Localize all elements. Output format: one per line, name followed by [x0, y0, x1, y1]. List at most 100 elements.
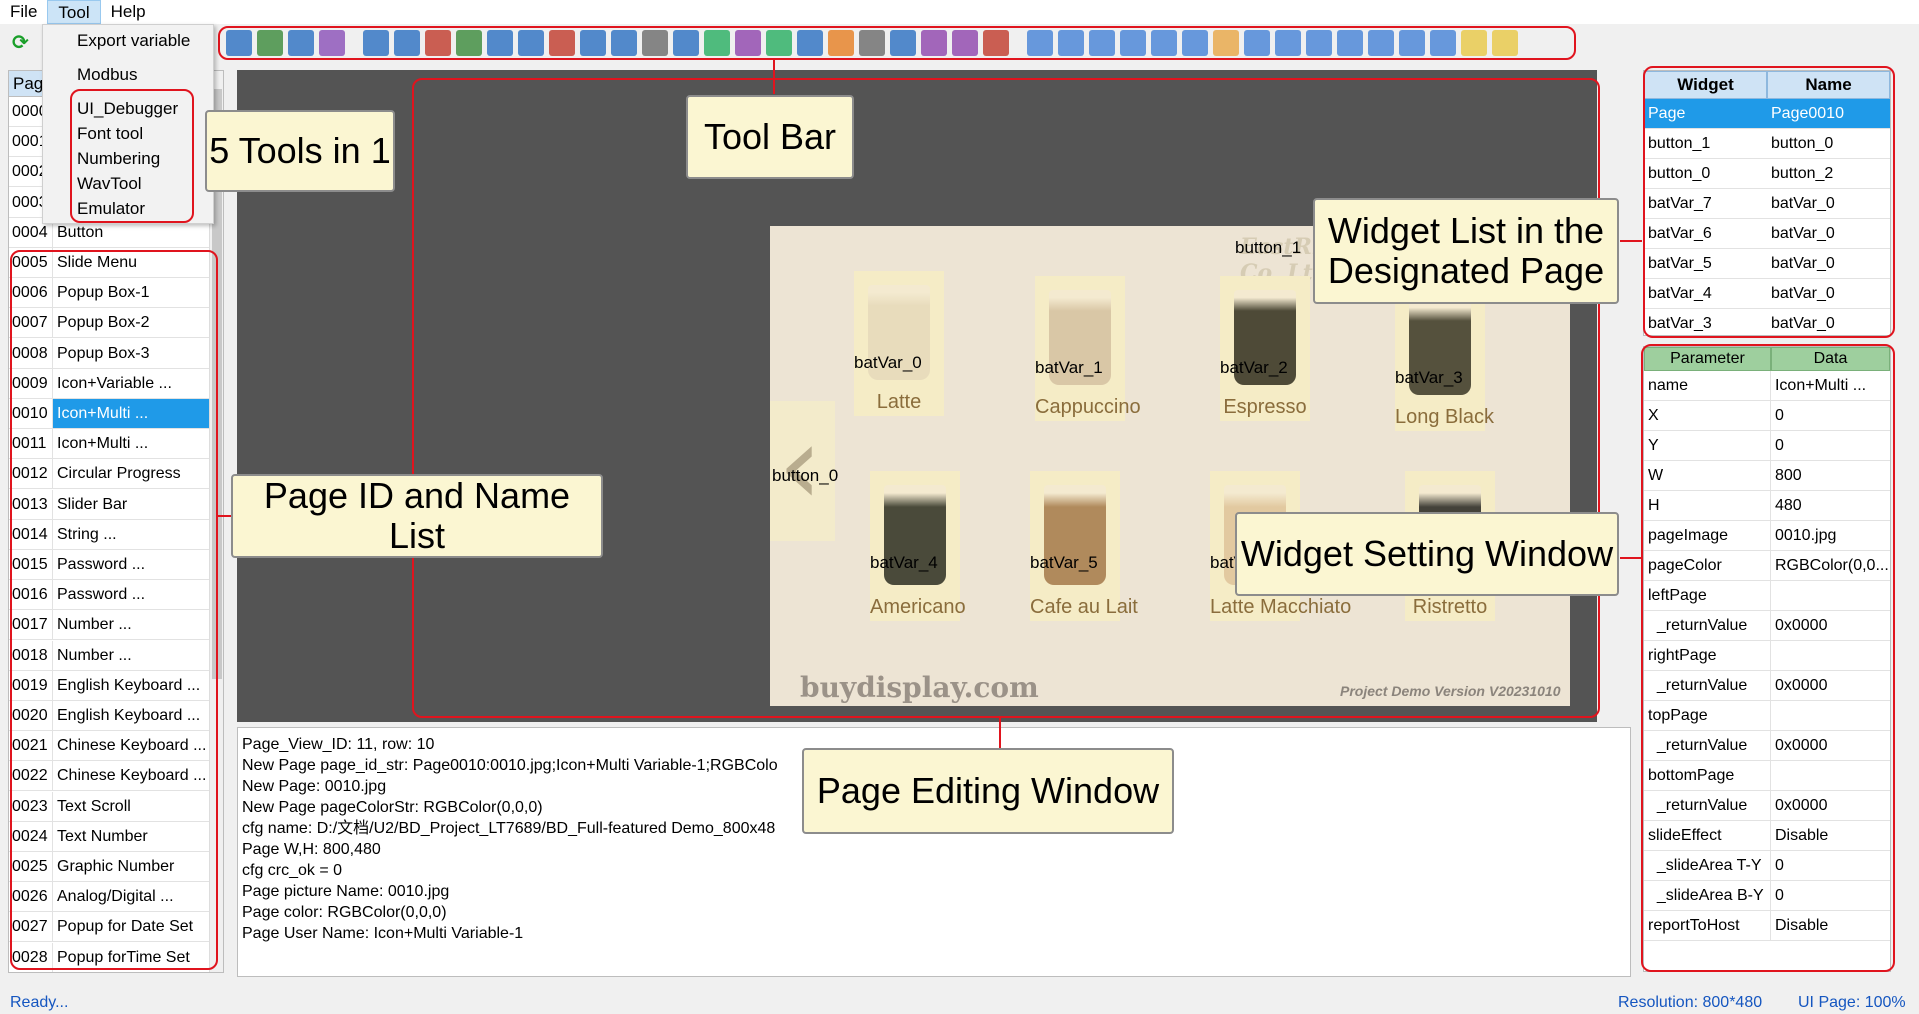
page-list-row[interactable]: 0018 Number ...	[9, 640, 209, 671]
parameter-value[interactable]: 0x0000	[1771, 731, 1890, 760]
widget-list-row[interactable]: batVar_5 batVar_0	[1644, 249, 1890, 279]
drink-widget[interactable]: batVar_5 Cafe au Lait	[1030, 471, 1138, 621]
toolbar-widget-icon[interactable]	[549, 30, 575, 56]
toolbar-widget-icon[interactable]	[921, 30, 947, 56]
toolbar-align-icon[interactable]	[1275, 30, 1301, 56]
page-list-row[interactable]: 0025 Graphic Number	[9, 852, 209, 882]
toolbar-align-icon[interactable]	[1151, 30, 1177, 56]
drink-widget[interactable]: batVar_3 Long Black	[1395, 286, 1494, 431]
toolbar-widget-icon[interactable]	[735, 30, 761, 56]
page-list-row[interactable]: 0027 Popup for Date Set	[9, 912, 209, 943]
menu-ui-debugger[interactable]: UI_Debugger	[77, 99, 178, 119]
toolbar-widget-icon[interactable]	[952, 30, 978, 56]
page-list-row[interactable]: 0014 String ...	[9, 519, 209, 550]
page-list-row[interactable]: 0022 Chinese Keyboard ...	[9, 761, 209, 792]
menu-font-tool[interactable]: Font tool	[77, 124, 143, 144]
menu-export-variable[interactable]: Export variable	[77, 31, 190, 51]
toolbar-align-icon[interactable]	[1430, 30, 1456, 56]
page-list-row[interactable]: 0017 Number ...	[9, 610, 209, 641]
parameter-value[interactable]: 0x0000	[1771, 791, 1890, 820]
toolbar-widget-icon[interactable]	[226, 30, 252, 56]
parameter-row[interactable]: pageColor RGBColor(0,0...	[1644, 551, 1890, 581]
parameter-value[interactable]: 0	[1771, 851, 1890, 880]
widget-list-row[interactable]: button_0 button_2	[1644, 159, 1890, 189]
parameter-row[interactable]: pageImage 0010.jpg	[1644, 521, 1890, 551]
toolbar-widget-icon[interactable]	[288, 30, 314, 56]
menu-emulator[interactable]: Emulator	[77, 199, 145, 219]
toolbar-align-icon[interactable]	[1120, 30, 1146, 56]
toolbar-widget-icon[interactable]	[890, 30, 916, 56]
toolbar-widget-icon[interactable]	[363, 30, 389, 56]
page-list-row[interactable]: 0028 Popup forTime Set	[9, 942, 209, 972]
toolbar-widget-icon[interactable]	[983, 30, 1009, 56]
drink-widget[interactable]: batVar_0 Latte	[854, 271, 944, 416]
page-list-row[interactable]: 0011 Icon+Multi ...	[9, 429, 209, 460]
toolbar-align-icon[interactable]	[1058, 30, 1084, 56]
toolbar-widget-icon[interactable]	[319, 30, 345, 56]
toolbar-align-icon[interactable]	[1399, 30, 1425, 56]
toolbar-align-icon[interactable]	[1337, 30, 1363, 56]
menu-help[interactable]: Help	[101, 0, 156, 24]
drink-widget[interactable]: batVar_2 Espresso	[1220, 276, 1310, 421]
page-list-row[interactable]: 0026 Analog/Digital ...	[9, 882, 209, 913]
parameter-value[interactable]: 0010.jpg	[1771, 521, 1890, 550]
parameter-value[interactable]	[1771, 581, 1890, 610]
page-list-row[interactable]: 0005 Slide Menu	[9, 248, 209, 278]
parameter-row[interactable]: leftPage	[1644, 581, 1890, 611]
page-list-row[interactable]: 0010 Icon+Multi ...	[9, 399, 209, 429]
page-list-row[interactable]: 0012 Circular Progress	[9, 459, 209, 490]
page-list-row[interactable]: 0015 Password ...	[9, 550, 209, 580]
page-list-row[interactable]: 0024 Text Number	[9, 821, 209, 852]
parameter-row[interactable]: H 480	[1644, 491, 1890, 521]
parameter-value[interactable]: Disable	[1771, 911, 1890, 940]
page-list-row[interactable]: 0023 Text Scroll	[9, 791, 209, 822]
parameter-value[interactable]: 0x0000	[1771, 671, 1890, 700]
toolbar-widget-icon[interactable]	[704, 30, 730, 56]
widget-list-row[interactable]: batVar_6 batVar_0	[1644, 219, 1890, 249]
toolbar-widget-icon[interactable]	[642, 30, 668, 56]
parameter-value[interactable]	[1771, 701, 1890, 730]
toolbar-widget-icon[interactable]	[580, 30, 606, 56]
parameter-row[interactable]: slideEffect Disable	[1644, 821, 1890, 851]
widget-list-row[interactable]: button_1 button_0	[1644, 129, 1890, 159]
toolbar-align-icon[interactable]	[1027, 30, 1053, 56]
parameter-row[interactable]: name Icon+Multi ...	[1644, 371, 1890, 401]
menu-numbering[interactable]: Numbering	[77, 149, 160, 169]
parameter-value[interactable]: 0	[1771, 431, 1890, 460]
parameter-row[interactable]: Y0	[1644, 431, 1890, 461]
widget-list-row[interactable]: Page Page0010	[1644, 99, 1890, 129]
toolbar-align-icon[interactable]	[1492, 30, 1518, 56]
parameter-value[interactable]: 480	[1771, 491, 1890, 520]
drink-widget[interactable]: batVar_4 Americano	[870, 471, 966, 621]
toolbar-widget-icon[interactable]	[766, 30, 792, 56]
menu-tool[interactable]: Tool	[47, 0, 101, 24]
toolbar-widget-icon[interactable]	[456, 30, 482, 56]
parameter-row[interactable]: _slideArea T-Y 0	[1644, 851, 1890, 881]
parameter-row[interactable]: _returnValue 0x0000	[1644, 671, 1890, 701]
parameter-row[interactable]: rightPage	[1644, 641, 1890, 671]
parameter-row[interactable]: _returnValue 0x0000	[1644, 731, 1890, 761]
toolbar-align-icon[interactable]	[1213, 30, 1239, 56]
widget-list-row[interactable]: batVar_3 batVar_0	[1644, 309, 1890, 335]
toolbar-align-icon[interactable]	[1306, 30, 1332, 56]
toolbar-align-icon[interactable]	[1244, 30, 1270, 56]
page-list-row[interactable]: 0007 Popup Box-2	[9, 308, 209, 339]
parameter-row[interactable]: _returnValue 0x0000	[1644, 611, 1890, 641]
toolbar-align-icon[interactable]	[1461, 30, 1487, 56]
page-list-row[interactable]: 0013 Slider Bar	[9, 489, 209, 520]
parameter-value[interactable]: 0	[1771, 401, 1890, 430]
button-0-widget[interactable]: ‹ button_0	[770, 401, 838, 541]
parameter-value[interactable]	[1771, 641, 1890, 670]
page-list-row[interactable]: 0019 English Keyboard ...	[9, 670, 209, 701]
parameter-row[interactable]: reportToHost Disable	[1644, 911, 1890, 941]
toolbar-widget-icon[interactable]	[425, 30, 451, 56]
parameter-row[interactable]: topPage	[1644, 701, 1890, 731]
toolbar-widget-icon[interactable]	[394, 30, 420, 56]
refresh-icon[interactable]: ⟳	[12, 30, 34, 54]
menu-file[interactable]: File	[0, 0, 47, 24]
page-list-row[interactable]: 0008 Popup Box-3	[9, 338, 209, 369]
parameter-row[interactable]: _returnValue 0x0000	[1644, 791, 1890, 821]
toolbar-align-icon[interactable]	[1182, 30, 1208, 56]
page-list-row[interactable]: 0006 Popup Box-1	[9, 278, 209, 309]
parameter-value[interactable]: 800	[1771, 461, 1890, 490]
